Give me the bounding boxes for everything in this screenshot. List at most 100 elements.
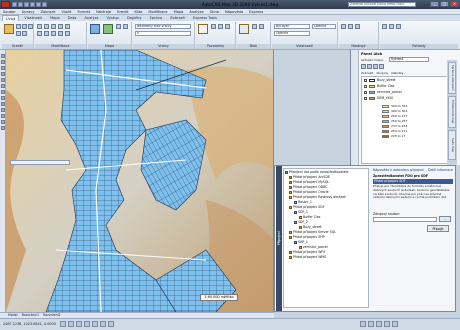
menu-item[interactable]: Soubor (3, 9, 16, 14)
scale-icon[interactable] (51, 31, 56, 36)
create-block-icon[interactable] (252, 24, 257, 29)
tree-item[interactable]: Přidat připojení MySQL (289, 180, 329, 184)
spline-icon[interactable] (1, 90, 5, 94)
layer-combo[interactable]: 0 (135, 31, 191, 36)
info-link[interactable]: Další informace (428, 168, 453, 172)
quickselect-icon[interactable] (348, 24, 353, 29)
insert-block-icon[interactable] (239, 24, 249, 34)
tree-item[interactable]: Raster_1 (294, 200, 312, 204)
color-combo[interactable]: ByLayer (274, 24, 310, 29)
polar-icon[interactable] (84, 321, 90, 327)
rotate-icon[interactable] (44, 24, 49, 29)
menu-item[interactable]: Zobrazit (41, 9, 56, 14)
snap-icon[interactable] (60, 321, 66, 327)
point-icon[interactable] (1, 108, 5, 112)
new-icon[interactable] (12, 2, 17, 7)
menu-item[interactable]: Okno (210, 9, 219, 14)
tab-groups[interactable]: Skupiny (376, 71, 388, 75)
search-input[interactable]: Zadejte klíčové slovo nebo frázi (348, 2, 416, 7)
hatch-icon[interactable] (1, 114, 5, 118)
ortho-icon[interactable] (76, 321, 82, 327)
tree-item[interactable]: SDF_1 (294, 210, 308, 214)
maximize-button[interactable]: □ (440, 1, 449, 7)
stretch-icon[interactable] (44, 31, 49, 36)
menu-item[interactable]: Kreslit (117, 9, 128, 14)
lineweight-icon[interactable] (108, 321, 114, 327)
menu-item[interactable]: Formát (77, 9, 90, 14)
pane-side-tab[interactable]: Připojení (276, 166, 282, 311)
tree-item[interactable]: Přidat připojení WFS (289, 250, 325, 254)
visual-style-combo[interactable]: Nezadaný stav vrstvy (135, 24, 191, 29)
tree-item[interactable]: Buffer Clas (299, 215, 320, 219)
undo-icon[interactable] (30, 2, 35, 7)
redo-icon[interactable] (36, 2, 41, 7)
source-file-input[interactable] (373, 217, 437, 222)
menu-item[interactable]: Analýza (189, 9, 203, 14)
osnap-icon[interactable] (92, 321, 98, 327)
floating-command-line[interactable] (10, 160, 70, 165)
minimize-button[interactable]: _ (430, 1, 439, 7)
linetype-combo[interactable]: Obecné (274, 31, 310, 36)
annotation-scale-icon[interactable] (368, 321, 374, 327)
layer-row[interactable]: zemnice_parcel (364, 90, 402, 95)
connect-button[interactable]: Připojit (427, 225, 449, 232)
measure-icon[interactable] (341, 24, 346, 29)
layer-visibility-checkbox[interactable] (364, 85, 367, 88)
leader-icon[interactable] (218, 24, 223, 29)
model-space-icon[interactable] (360, 321, 366, 327)
menu-item[interactable]: Kóta (134, 9, 142, 14)
text-icon[interactable] (1, 126, 5, 130)
polyline-icon[interactable] (1, 60, 5, 64)
plot-icon[interactable] (42, 2, 47, 7)
array-icon[interactable] (58, 31, 63, 36)
clean-screen-icon[interactable] (392, 321, 398, 327)
tree-item[interactable]: Přidat připojení WMS (289, 255, 326, 259)
tree-root[interactable]: Připojení dat podle zprostředkovatele (285, 170, 349, 174)
tree-item[interactable]: Přidat připojení ODBC (289, 185, 328, 189)
tools-icon[interactable] (373, 64, 378, 69)
layer-row[interactable]: Buzy_street (364, 78, 396, 83)
line-icon[interactable] (1, 54, 5, 58)
tree-item[interactable]: Přidat připojení SDF (289, 205, 325, 209)
tree-item[interactable]: Přidat připojení Oracle (289, 190, 329, 194)
zoom-icon[interactable] (116, 24, 121, 29)
tab-display[interactable]: Zobrazit (361, 71, 373, 75)
table-icon[interactable] (225, 24, 230, 29)
layer-visibility-checkbox[interactable] (364, 97, 367, 100)
hatch-icon[interactable] (22, 31, 27, 36)
menu-item[interactable]: Mapa (174, 9, 184, 14)
menu-item[interactable]: Nápověda (225, 9, 243, 14)
menu-item[interactable]: Vložit (62, 9, 72, 14)
menu-item[interactable]: Nástroje (96, 9, 111, 14)
ellipse-icon[interactable] (1, 96, 5, 100)
data-icon[interactable] (361, 64, 366, 69)
layer-icon[interactable] (103, 24, 113, 34)
dimension-icon[interactable] (211, 24, 216, 29)
tree-item[interactable]: Přidat připojení SHP (289, 235, 325, 239)
block-icon[interactable] (1, 102, 5, 106)
menu-item[interactable]: Modifikace (148, 9, 167, 14)
edit-block-icon[interactable] (259, 24, 264, 29)
circle-icon[interactable] (1, 84, 5, 88)
tree-item[interactable]: SDF_2 (294, 220, 308, 224)
rectangle-icon[interactable] (16, 31, 21, 36)
map-icon[interactable] (90, 24, 100, 34)
calculator-icon[interactable] (355, 24, 360, 29)
fillet-icon[interactable] (37, 31, 42, 36)
lock-icon[interactable] (384, 321, 390, 327)
rectangle-icon[interactable] (1, 72, 5, 76)
pan-icon[interactable] (123, 24, 128, 29)
tab-display-manager[interactable]: Správce zobrazení (448, 62, 456, 94)
polyline-icon[interactable] (16, 24, 21, 29)
workspace-icon[interactable] (376, 321, 382, 327)
line-icon[interactable] (4, 24, 14, 34)
text-icon[interactable] (198, 24, 208, 34)
table-icon[interactable] (379, 64, 384, 69)
orbit-icon[interactable] (396, 24, 401, 29)
arc-icon[interactable] (28, 24, 33, 29)
grid-icon[interactable] (68, 321, 74, 327)
otrack-icon[interactable] (100, 321, 106, 327)
lineweight-combo[interactable]: Obecné (312, 24, 336, 29)
tree-item[interactable]: Přidat připojení Rastrový obrázek (289, 195, 346, 199)
help-link[interactable]: Nápověda k datovému připojení (373, 168, 424, 172)
